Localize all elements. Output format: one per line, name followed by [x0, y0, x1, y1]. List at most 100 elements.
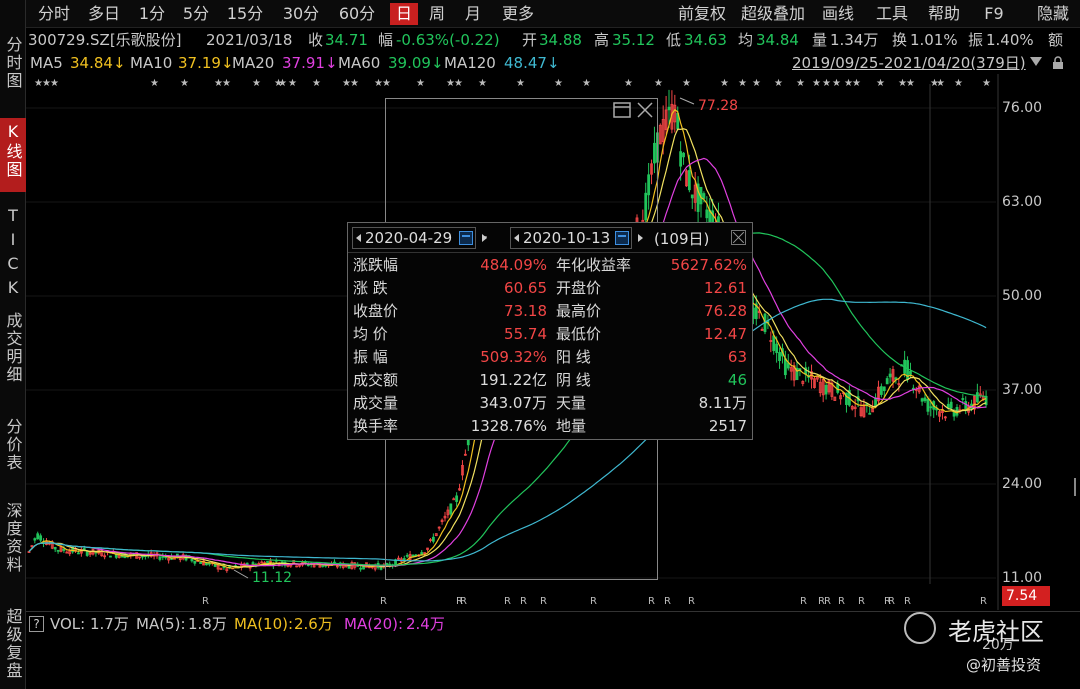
- star-marker: ★: [812, 78, 821, 89]
- close-value: 34.71: [325, 31, 368, 49]
- stat-label: 涨 跌: [353, 279, 388, 297]
- tab-30min[interactable]: 30分: [278, 3, 324, 25]
- r-marker: R: [380, 596, 387, 607]
- vol-label: VOL:: [50, 615, 86, 633]
- stat-value: 12.61: [704, 279, 747, 297]
- candle-body: [885, 378, 889, 385]
- star-marker: ★: [752, 78, 761, 89]
- tab-more[interactable]: 更多: [496, 3, 540, 25]
- sidebar-item-kline[interactable]: K线图: [0, 118, 26, 192]
- stat-value: 60.65: [504, 279, 547, 297]
- tab-60min[interactable]: 60分: [334, 3, 380, 25]
- candle-body: [909, 371, 912, 375]
- tab-day[interactable]: 日: [390, 3, 418, 25]
- star-marker: ★: [624, 78, 633, 89]
- tab-timeshare[interactable]: 分时: [32, 3, 76, 25]
- tab-month[interactable]: 月: [460, 3, 486, 25]
- stat-value: 5627.62%: [670, 256, 747, 274]
- stat-label: 开盘价: [556, 279, 602, 297]
- candle-body: [772, 335, 776, 351]
- star-marker: ★: [852, 78, 861, 89]
- amplitude-value: 1.40%: [986, 31, 1034, 49]
- stat-label: 天量: [556, 394, 587, 412]
- lock-icon[interactable]: [1052, 56, 1064, 70]
- candle-body: [783, 358, 787, 376]
- triangle-left-icon[interactable]: [514, 234, 519, 242]
- stats-header: 2020-04-29 - 2020-10-13 (109日): [348, 223, 752, 253]
- ma120-value: 48.47↓: [504, 54, 560, 72]
- open-label: 开: [522, 31, 538, 49]
- hide-button[interactable]: 隐藏: [1030, 3, 1076, 25]
- r-marker: R: [460, 596, 467, 607]
- r-marker: R: [800, 596, 807, 607]
- sidebar-item-price-table[interactable]: 分价表: [0, 418, 26, 472]
- triangle-right-icon[interactable]: [638, 234, 643, 242]
- sidebar-item-trades[interactable]: 成交明细: [0, 312, 26, 384]
- tools-button[interactable]: 工具: [872, 3, 912, 25]
- tab-15min[interactable]: 15分: [222, 3, 268, 25]
- quote-date: 2021/03/18: [206, 31, 293, 49]
- vol-ma5-label: MA(5):: [136, 615, 186, 633]
- calendar-icon[interactable]: [615, 231, 629, 245]
- vol-value: 1.34万: [830, 31, 879, 49]
- resize-handle[interactable]: [1074, 478, 1080, 496]
- start-date-picker[interactable]: 2020-04-29: [352, 227, 487, 249]
- candle-body: [53, 547, 57, 550]
- vol-ma20-value: 2.4万: [406, 615, 445, 633]
- draw-line-button[interactable]: 画线: [818, 3, 858, 25]
- star-marker: ★: [554, 78, 563, 89]
- help-icon[interactable]: ?: [29, 616, 44, 632]
- close-icon[interactable]: [637, 102, 653, 118]
- tab-1min[interactable]: 1分: [134, 3, 170, 25]
- sidebar-item-timeshare[interactable]: 分时图: [0, 36, 26, 90]
- end-date: 2020-10-13: [523, 229, 611, 247]
- sidebar-item-tick[interactable]: TICK: [0, 206, 26, 302]
- calendar-icon[interactable]: [459, 231, 473, 245]
- f9-button[interactable]: F9: [980, 3, 1008, 25]
- star-marker: ★: [454, 78, 463, 89]
- adjust-forward-button[interactable]: 前复权: [674, 3, 730, 25]
- star-marker: ★: [822, 78, 831, 89]
- super-overlay-button[interactable]: 超级叠加: [736, 3, 810, 25]
- candle-body: [926, 398, 930, 412]
- end-date-picker[interactable]: 2020-10-13: [510, 227, 643, 249]
- maximize-icon[interactable]: [613, 102, 631, 118]
- candle-body: [964, 401, 968, 411]
- tab-week[interactable]: 周: [424, 3, 450, 25]
- candle-body: [199, 561, 203, 564]
- candle-body: [923, 397, 927, 402]
- stats-row: 均 价 55.74 最低价 12.47: [348, 323, 752, 346]
- candle-body: [193, 560, 197, 564]
- price-tick: 11.00: [1002, 570, 1043, 586]
- vol-ma10-label: MA(10):: [234, 615, 294, 633]
- watermark: @初善投资: [966, 656, 1042, 674]
- triangle-down-icon[interactable]: [1030, 57, 1042, 66]
- triangle-left-icon[interactable]: [356, 234, 361, 242]
- sidebar-item-depth[interactable]: 深度资料: [0, 502, 26, 574]
- sidebar-item-replay[interactable]: 超级复盘: [0, 608, 26, 680]
- star-marker: ★: [252, 78, 261, 89]
- stats-row: 收盘价 73.18 最高价 76.28: [348, 300, 752, 323]
- tab-multiday[interactable]: 多日: [82, 3, 126, 25]
- candle-body: [778, 352, 781, 362]
- candle-body: [929, 406, 933, 409]
- r-marker: R: [540, 596, 547, 607]
- stats-row: 涨跌幅 484.09% 年化收益率 5627.62%: [348, 254, 752, 277]
- tab-5min[interactable]: 5分: [178, 3, 214, 25]
- candle-body: [961, 398, 965, 400]
- help-button[interactable]: 帮助: [924, 3, 964, 25]
- candle-body: [77, 552, 80, 555]
- change-value: -0.63%(-0.22): [396, 31, 500, 49]
- price-tick: 63.00: [1002, 194, 1043, 210]
- stat-value: 1328.76%: [470, 417, 547, 435]
- ma10-value: 37.19↓: [178, 54, 234, 72]
- star-marker: ★: [720, 78, 729, 89]
- candle-body: [667, 106, 671, 111]
- ma120-label: MA120: [444, 54, 496, 72]
- open-value: 34.88: [539, 31, 582, 49]
- date-range-link[interactable]: 2019/09/25-2021/04/20(379日): [792, 52, 1026, 74]
- candle-body: [85, 551, 89, 556]
- candle-body: [920, 398, 924, 402]
- close-icon[interactable]: [731, 230, 746, 245]
- sidebar: 分时图 K线图 TICK 成交明细 分价表 深度资料 超级复盘: [0, 0, 26, 689]
